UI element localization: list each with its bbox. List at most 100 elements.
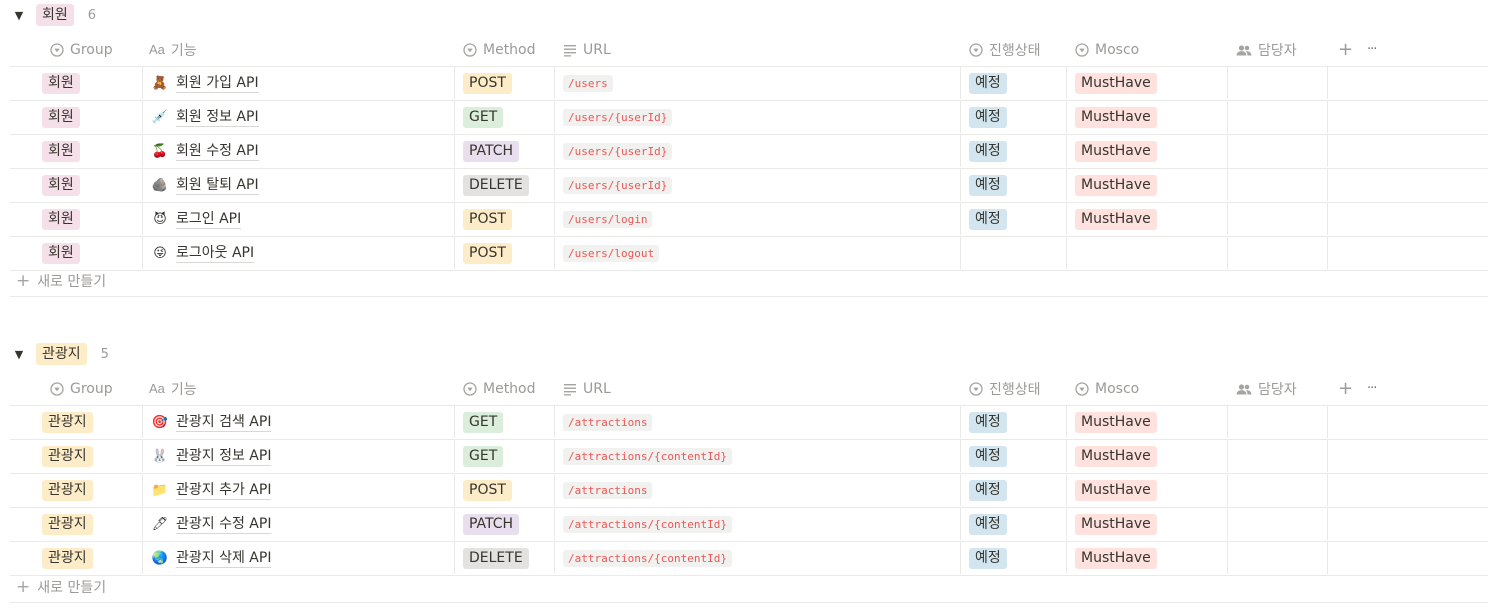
cell-group[interactable]: 회원 xyxy=(10,67,142,99)
column-header-feature[interactable]: Aa 기능 xyxy=(149,372,197,405)
group-title-tag[interactable]: 관광지 xyxy=(36,343,87,365)
cell-mosco[interactable]: MustHave xyxy=(1066,542,1228,574)
cell-feature[interactable]: 📁 관광지 추가 API xyxy=(142,474,463,506)
cell-extra[interactable] xyxy=(1327,440,1489,472)
cell-url[interactable]: /attractions/{contentId} xyxy=(554,508,961,540)
cell-mosco[interactable]: MustHave xyxy=(1066,135,1228,167)
cell-group[interactable]: 회원 xyxy=(10,203,142,235)
table-row[interactable]: 관광지 📁 관광지 추가 API POST/attractions 예정 MustHave xyxy=(10,474,1488,508)
cell-method[interactable]: DELETE xyxy=(454,169,555,201)
cell-mosco[interactable]: MustHave xyxy=(1066,67,1228,99)
cell-assignee[interactable] xyxy=(1227,440,1328,472)
cell-assignee[interactable] xyxy=(1227,474,1328,506)
feature-name-link[interactable]: 로그인 API xyxy=(176,210,242,229)
cell-status[interactable]: 예정 xyxy=(960,406,1067,438)
cell-extra[interactable] xyxy=(1327,135,1489,167)
cell-extra[interactable] xyxy=(1327,101,1489,133)
cell-method[interactable]: GET xyxy=(454,440,555,472)
cell-mosco[interactable]: MustHave xyxy=(1066,406,1228,438)
cell-status[interactable]: 예정 xyxy=(960,67,1067,99)
cell-assignee[interactable] xyxy=(1227,169,1328,201)
table-row[interactable]: 관광지 🎯 관광지 검색 API GET/attractions 예정 MustHave xyxy=(10,406,1488,440)
more-options-button[interactable]: ··· xyxy=(1367,372,1377,405)
cell-status[interactable]: 예정 xyxy=(960,542,1067,574)
cell-status[interactable]: 예정 xyxy=(960,508,1067,540)
feature-name-link[interactable]: 관광지 정보 API xyxy=(176,447,272,466)
cell-url[interactable]: /users/{userId} xyxy=(554,135,961,167)
cell-group[interactable]: 관광지 xyxy=(10,474,142,506)
column-header-method[interactable]: Method xyxy=(463,33,536,66)
cell-assignee[interactable] xyxy=(1227,101,1328,133)
cell-feature[interactable]: 💉 회원 정보 API xyxy=(142,101,463,133)
add-property-button[interactable]: + xyxy=(1338,33,1353,66)
cell-method[interactable]: GET xyxy=(454,406,555,438)
cell-extra[interactable] xyxy=(1327,67,1489,99)
cell-assignee[interactable] xyxy=(1227,135,1328,167)
feature-name-link[interactable]: 관광지 삭제 API xyxy=(176,549,272,568)
column-header-url[interactable]: URL xyxy=(563,372,611,405)
cell-status[interactable]: 예정 xyxy=(960,203,1067,235)
cell-status[interactable]: 예정 xyxy=(960,440,1067,472)
cell-url[interactable]: /users/{userId} xyxy=(554,169,961,201)
cell-extra[interactable] xyxy=(1327,474,1489,506)
cell-feature[interactable]: 🌏 관광지 삭제 API xyxy=(142,542,463,574)
cell-feature[interactable]: 🪨 회원 탈퇴 API xyxy=(142,169,463,201)
table-row[interactable]: 관광지 🖊 관광지 수정 API PATCH/attractions/{content… xyxy=(10,508,1488,542)
feature-name-link[interactable]: 회원 정보 API xyxy=(176,108,259,127)
column-header-mosco[interactable]: Mosco xyxy=(1075,372,1139,405)
cell-url[interactable]: /attractions/{contentId} xyxy=(554,440,961,472)
add-property-button[interactable]: + xyxy=(1338,372,1353,405)
toggle-triangle-icon[interactable]: ▼ xyxy=(12,348,26,361)
cell-mosco[interactable]: MustHave xyxy=(1066,203,1228,235)
cell-feature[interactable]: 🎯 관광지 검색 API xyxy=(142,406,463,438)
cell-method[interactable]: POST xyxy=(454,474,555,506)
cell-assignee[interactable] xyxy=(1227,406,1328,438)
column-header-feature[interactable]: Aa 기능 xyxy=(149,33,197,66)
feature-name-link[interactable]: 관광지 추가 API xyxy=(176,481,272,500)
table-row[interactable]: 회원 💉 회원 정보 API GET/users/{userId} 예정 MustHave xyxy=(10,101,1488,135)
column-header-url[interactable]: URL xyxy=(563,33,611,66)
cell-method[interactable]: GET xyxy=(454,101,555,133)
cell-extra[interactable] xyxy=(1327,508,1489,540)
new-row-button[interactable]: + 새로 만들기 xyxy=(10,571,1488,603)
cell-method[interactable]: PATCH xyxy=(454,135,555,167)
cell-extra[interactable] xyxy=(1327,406,1489,438)
column-header-mosco[interactable]: Mosco xyxy=(1075,33,1139,66)
cell-url[interactable]: /attractions/{contentId} xyxy=(554,542,961,574)
cell-extra[interactable] xyxy=(1327,542,1489,574)
cell-url[interactable]: /attractions xyxy=(554,406,961,438)
feature-name-link[interactable]: 회원 수정 API xyxy=(176,142,259,161)
cell-status[interactable]: 예정 xyxy=(960,101,1067,133)
cell-method[interactable]: POST xyxy=(454,203,555,235)
cell-method[interactable]: PATCH xyxy=(454,508,555,540)
table-row[interactable]: 회원 🍒 회원 수정 API PATCH/users/{userId} 예정 MustHa… xyxy=(10,135,1488,169)
cell-assignee[interactable] xyxy=(1227,67,1328,99)
table-row[interactable]: 회원 🪨 회원 탈퇴 API DELETE/users/{userId} 예정 MustH… xyxy=(10,169,1488,203)
cell-mosco[interactable]: MustHave xyxy=(1066,440,1228,472)
feature-name-link[interactable]: 관광지 검색 API xyxy=(176,413,272,432)
cell-feature[interactable]: 🧸 회원 가입 API xyxy=(142,67,463,99)
feature-name-link[interactable]: 로그아웃 API xyxy=(176,244,255,263)
cell-feature[interactable]: 🐰 관광지 정보 API xyxy=(142,440,463,472)
cell-assignee[interactable] xyxy=(1227,508,1328,540)
column-header-assignee[interactable]: 담당자 xyxy=(1236,33,1297,66)
cell-mosco[interactable]: MustHave xyxy=(1066,101,1228,133)
cell-method[interactable]: POST xyxy=(454,67,555,99)
toggle-triangle-icon[interactable]: ▼ xyxy=(12,9,26,22)
cell-group[interactable]: 관광지 xyxy=(10,440,142,472)
cell-status[interactable]: 예정 xyxy=(960,135,1067,167)
cell-url[interactable]: /attractions xyxy=(554,474,961,506)
column-header-assignee[interactable]: 담당자 xyxy=(1236,372,1297,405)
cell-mosco[interactable]: MustHave xyxy=(1066,169,1228,201)
column-header-status[interactable]: 진행상태 xyxy=(969,372,1041,405)
cell-assignee[interactable] xyxy=(1227,203,1328,235)
cell-url[interactable]: /users xyxy=(554,67,961,99)
column-header-group[interactable]: Group xyxy=(50,33,113,66)
table-row[interactable]: 회원 🧸 회원 가입 API POST/users 예정 MustHave xyxy=(10,67,1488,101)
cell-url[interactable]: /users/{userId} xyxy=(554,101,961,133)
cell-group[interactable]: 관광지 xyxy=(10,542,142,574)
table-row[interactable]: 관광지 🐰 관광지 정보 API GET/attractions/{contentId… xyxy=(10,440,1488,474)
cell-status[interactable]: 예정 xyxy=(960,474,1067,506)
cell-group[interactable]: 회원 xyxy=(10,101,142,133)
column-header-group[interactable]: Group xyxy=(50,372,113,405)
